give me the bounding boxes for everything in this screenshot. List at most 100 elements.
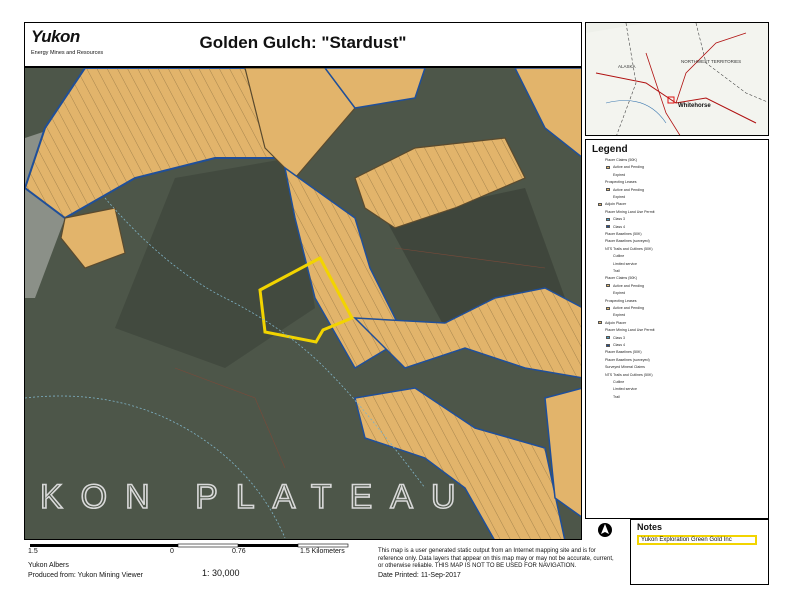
- notes-text: Yukon Exploration Green Gold Inc: [637, 535, 757, 545]
- legend-label: Prospecting Leases: [605, 298, 637, 303]
- scale-segment: [297, 543, 349, 548]
- legend-label: Surveyed Mineral Claims: [605, 365, 645, 370]
- inset-land: [586, 23, 768, 135]
- legend-item: Placer Baselines (surveyed): [598, 239, 650, 243]
- scale-right-label: 1.5 Kilometers: [300, 548, 345, 555]
- scale-mid-label: 0.76: [232, 548, 246, 555]
- scale-segment: [238, 544, 298, 547]
- legend-swatch: [598, 358, 602, 361]
- legend-swatch: [598, 181, 602, 184]
- legend-heading: Legend: [592, 144, 628, 155]
- projection-label: Yukon Albers: [28, 562, 69, 569]
- inset-map[interactable]: ALASKA NORTHWEST TERRITORIES Whitehorse: [585, 22, 769, 136]
- legend-item: Active and Pending: [606, 306, 644, 310]
- map-canvas[interactable]: KON PLATEAU: [24, 67, 582, 540]
- legend-label: Prospecting Leases: [605, 180, 637, 185]
- legend-swatch: [606, 188, 610, 192]
- legend-swatch: [598, 277, 602, 280]
- legend-label: Trail: [613, 394, 620, 399]
- legend-swatch: [598, 321, 602, 325]
- legend-swatch: [606, 388, 610, 391]
- produced-label: Produced from: Yukon Mining Viewer: [28, 572, 143, 579]
- legend-swatch: [606, 292, 610, 295]
- legend-label: Expired: [613, 291, 626, 296]
- legend-label: Placer Mining Land Use Permit: [605, 209, 655, 214]
- legend-label: Class 3: [613, 217, 625, 222]
- date-value: 11-Sep-2017: [420, 572, 461, 579]
- legend-label: Placer Claims (50K): [605, 158, 637, 162]
- legend-item: Expired: [606, 291, 625, 295]
- legend-item: Adjoin Placer: [598, 202, 626, 206]
- legend-label: Placer Baselines (surveyed): [605, 239, 650, 244]
- legend-label: Cutline: [613, 254, 625, 259]
- legend-label: Placer Claims (50K): [605, 276, 637, 281]
- legend-label: Active and Pending: [613, 283, 644, 288]
- legend-swatch: [606, 255, 610, 258]
- legend-item: Class 4: [606, 225, 625, 229]
- scale-segment: [30, 544, 178, 547]
- legend-swatch: [606, 343, 610, 347]
- legend-label: Class 4: [613, 224, 625, 229]
- legend-swatch: [606, 196, 610, 199]
- legend-item: Active and Pending: [606, 284, 644, 288]
- legend-swatch: [606, 395, 610, 398]
- legend-item: Expired: [606, 173, 625, 177]
- legend-item: Prospecting Leases: [598, 299, 637, 303]
- disclaimer-text: This map is a user generated static outp…: [378, 548, 614, 569]
- legend-item: Placer Baselines (50K): [598, 232, 642, 236]
- legend-item: NTS Trails and Cutlines (50K): [598, 247, 653, 251]
- legend-item: Class 3: [606, 336, 625, 340]
- inset-label-nwt: NORTHWEST TERRITORIES: [681, 59, 741, 64]
- legend-item: Class 3: [606, 217, 625, 221]
- legend-swatch: [606, 217, 610, 221]
- north-arrow: [585, 519, 629, 541]
- legend-panel: Legend Placer Claims (50K) Active and Pen…: [585, 139, 769, 519]
- legend-swatch: [598, 373, 602, 376]
- legend-swatch: [606, 314, 610, 317]
- legend-item: Placer Baselines (50K): [598, 350, 642, 354]
- legend-label: Class 4: [613, 343, 625, 347]
- legend-swatch: [606, 336, 610, 340]
- legend-label: Active and Pending: [613, 187, 644, 192]
- scale-ratio: 1: 30,000: [202, 568, 240, 578]
- date-label: Date Printed:: [378, 572, 419, 579]
- legend-swatch: [606, 173, 610, 176]
- legend-swatch: [606, 306, 610, 310]
- legend-item: Limited service: [606, 387, 637, 391]
- legend-label: Expired: [613, 313, 626, 318]
- legend-swatch: [606, 381, 610, 384]
- legend-swatch: [598, 240, 602, 243]
- inset-svg: ALASKA NORTHWEST TERRITORIES Whitehorse: [586, 23, 768, 135]
- map-svg: KON PLATEAU: [25, 68, 581, 539]
- legend-label: Active and Pending: [613, 306, 644, 310]
- legend-label: Active and Pending: [613, 165, 644, 170]
- legend-item: Placer Baselines (surveyed): [598, 358, 650, 362]
- legend-label: Limited service: [613, 261, 637, 266]
- legend-item: Expired: [606, 195, 625, 199]
- legend-item: Expired: [606, 313, 625, 317]
- legend-label: Trail: [613, 269, 620, 273]
- legend-swatch: [598, 329, 602, 332]
- inset-label-whitehorse: Whitehorse: [678, 103, 711, 109]
- legend-item: Placer Mining Land Use Permit: [598, 210, 655, 214]
- legend-swatch: [598, 210, 602, 213]
- legend-swatch: [606, 225, 610, 229]
- legend-label: Cutline: [613, 380, 625, 384]
- date-printed: Date Printed: 11-Sep-2017: [378, 572, 461, 579]
- legend-item: Trail: [606, 269, 620, 273]
- map-header: Yukon Energy Mines and Resources Golden …: [24, 22, 582, 67]
- legend-item: Trail: [606, 395, 620, 399]
- legend-label: Class 3: [613, 335, 625, 340]
- legend-label: Adjoin Placer: [605, 320, 627, 325]
- legend-item: Active and Pending: [606, 165, 644, 169]
- scale-segment: [177, 543, 239, 548]
- legend-item: Class 4: [606, 343, 625, 347]
- legend-item: Limited service: [606, 262, 637, 266]
- legend-label: Adjoin Placer: [605, 202, 627, 207]
- notes-heading: Notes: [637, 522, 663, 532]
- map-footer: 1.5 0 0.76 1.5 Kilometers Yukon Albers P…: [24, 540, 630, 585]
- legend-swatch: [598, 159, 602, 162]
- legend-swatch: [598, 366, 602, 369]
- legend-swatch: [606, 284, 610, 288]
- legend-swatch: [598, 351, 602, 354]
